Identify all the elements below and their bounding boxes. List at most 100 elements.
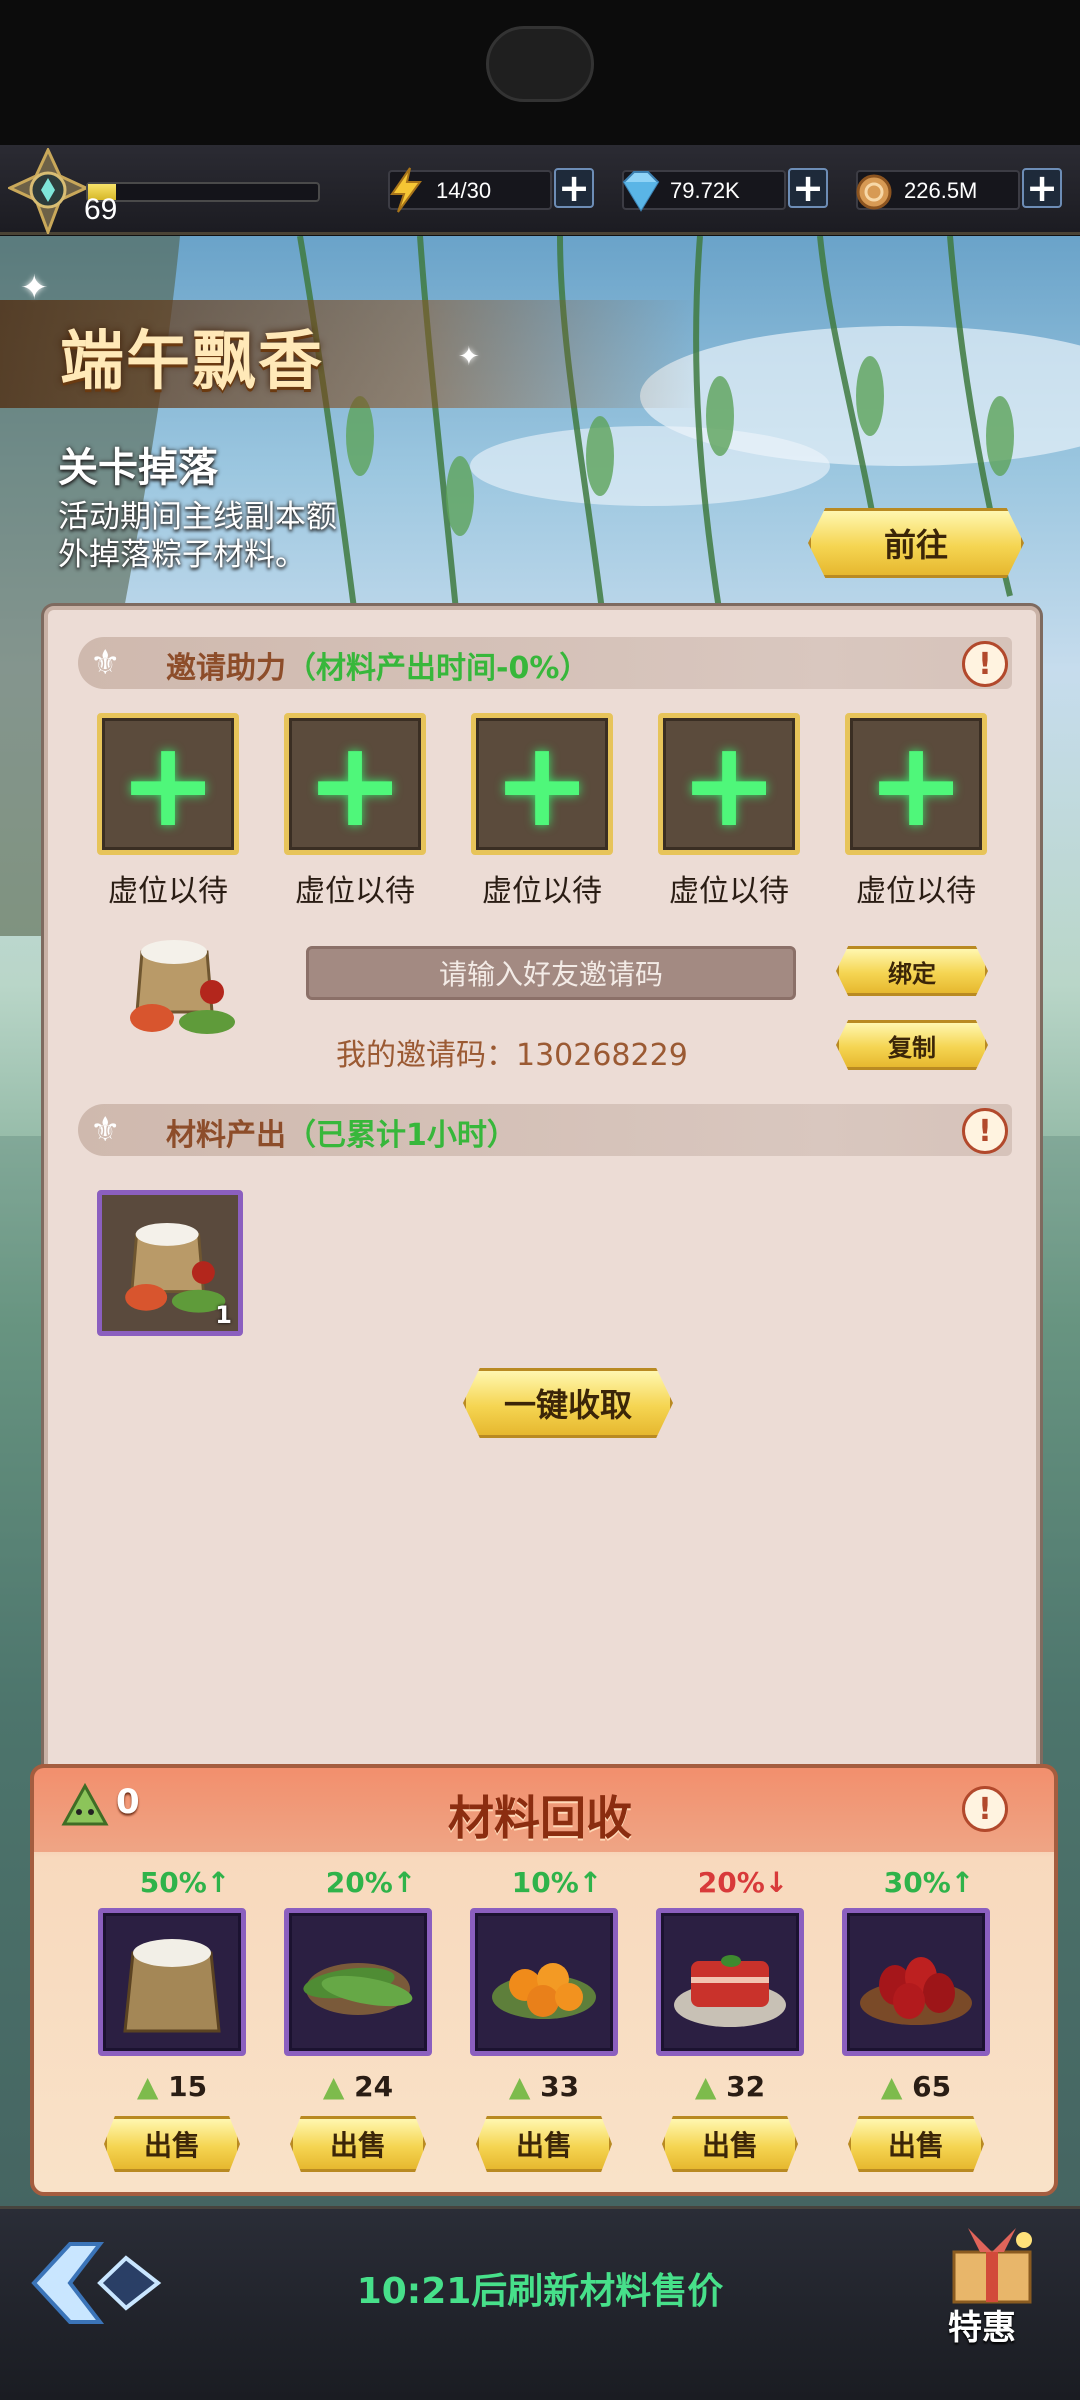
zongzi-currency-icon: ▲ (694, 2070, 717, 2103)
coins-display: 226.5M (856, 170, 1020, 210)
plus-icon: + (492, 715, 592, 853)
plus-icon: + (118, 715, 218, 853)
price-change: 50%↑ (139, 1866, 231, 1899)
rice-bag-icon (123, 1939, 221, 2033)
invite-slot-label: 虚位以待 (108, 874, 228, 909)
exclamation-icon: ! (978, 1113, 992, 1149)
camera-notch (486, 26, 594, 102)
output-header-sub: （已累计1小时） (286, 1118, 517, 1153)
diamond-icon (622, 171, 660, 212)
zongzi-materials-icon (125, 1222, 226, 1313)
add-energy-button[interactable]: + (554, 168, 594, 208)
energy-value: 14/30 (436, 178, 492, 203)
material-slot[interactable] (98, 1908, 246, 2056)
sell-button[interactable]: 出售 (476, 2116, 612, 2172)
goto-button[interactable]: 前往 (808, 508, 1024, 578)
exclamation-icon: ! (978, 646, 992, 682)
zongzi-currency-icon: ▲ (136, 2070, 159, 2103)
material-slot[interactable] (842, 1908, 990, 2056)
sell-button[interactable]: 出售 (848, 2116, 984, 2172)
invite-slot-label: 虚位以待 (669, 874, 789, 909)
invite-info-button[interactable]: ! (962, 641, 1008, 687)
invite-slot-label: 虚位以待 (856, 874, 976, 909)
material-slot[interactable] (470, 1908, 618, 2056)
plus-icon: + (679, 715, 779, 853)
sell-button[interactable]: 出售 (104, 2116, 240, 2172)
plus-icon: + (792, 166, 824, 210)
gift-box-icon[interactable] (944, 2222, 1040, 2306)
sparkle-icon: ✦ (458, 342, 480, 372)
gems-display: 79.72K (622, 170, 786, 212)
output-header-label: 材料产出 (166, 1118, 286, 1153)
event-title: 端午飘香 (60, 324, 324, 399)
bind-button[interactable]: 绑定 (836, 946, 988, 996)
price-value: 65 (912, 2070, 952, 2103)
invite-header-label: 邀请助力 (166, 651, 286, 686)
material-slot[interactable] (284, 1908, 432, 2056)
description-line: 外掉落粽子材料。 (58, 537, 306, 573)
invite-slot[interactable]: + (845, 713, 987, 855)
zongzi-currency-icon: ▲ (322, 2070, 345, 2103)
coins-value: 226.5M (904, 178, 978, 203)
recycle-title: 材料回收 (448, 1791, 632, 1845)
fleur-icon: ⚜ (90, 643, 121, 683)
invite-section-header: ⚜ 邀请助力（材料产出时间-0%） (78, 637, 1012, 689)
add-coins-button[interactable]: + (1022, 168, 1062, 208)
price-change: 30%↑ (883, 1866, 975, 1899)
invite-header-sub: （材料产出时间-0%） (286, 651, 590, 686)
output-section-header: ⚜ 材料产出（已累计1小时） (78, 1104, 1012, 1156)
plus-icon: + (866, 715, 966, 853)
price-refresh-timer: 10:21后刷新材料售价 (356, 2271, 724, 2312)
price-change: 20%↓ (697, 1866, 789, 1899)
exclamation-icon: ! (978, 1791, 992, 1827)
collect-all-button[interactable]: 一键收取 (463, 1368, 673, 1438)
price-value: 33 (540, 2070, 580, 2103)
invite-slot[interactable]: + (658, 713, 800, 855)
leaves-icon (303, 1963, 413, 2015)
invite-slot[interactable]: + (284, 713, 426, 855)
gems-value: 79.72K (670, 178, 740, 203)
material-price: ▲ 24 (284, 2070, 432, 2103)
material-price: ▲ 65 (842, 2070, 990, 2103)
sell-button[interactable]: 出售 (290, 2116, 426, 2172)
sparkle-icon: ✦ (20, 268, 49, 308)
invite-slot[interactable]: + (471, 713, 613, 855)
material-price: ▲ 33 (470, 2070, 618, 2103)
invite-slot-label: 虚位以待 (482, 874, 602, 909)
stage-drop-title: 关卡掉落 (58, 445, 218, 491)
price-value: 32 (726, 2070, 766, 2103)
pork-icon (674, 1955, 786, 2027)
lightning-icon (390, 167, 422, 213)
special-offer-label[interactable]: 特惠 (948, 2300, 1016, 2349)
item-count: 1 (215, 1301, 232, 1329)
zongzi-materials-icon (130, 940, 235, 1034)
price-change: 10%↑ (511, 1866, 603, 1899)
invite-code-input[interactable]: 请输入好友邀请码 (306, 946, 796, 1000)
material-price: ▲ 15 (98, 2070, 246, 2103)
fleur-icon: ⚜ (90, 1110, 121, 1150)
description-line: 活动期间主线副本额 (58, 499, 337, 535)
energy-display: 14/30 (388, 167, 552, 213)
plus-icon: + (1026, 166, 1058, 210)
dates-icon (860, 1957, 972, 2025)
sell-button[interactable]: 出售 (662, 2116, 798, 2172)
level-emblem-icon[interactable] (8, 148, 88, 234)
player-level: 69 (84, 193, 118, 226)
zongzi-currency-icon: ▲ (880, 2070, 903, 2103)
coin-icon (856, 174, 892, 210)
add-gems-button[interactable]: + (788, 168, 828, 208)
recycle-info-button[interactable]: ! (962, 1786, 1008, 1832)
material-slot[interactable] (656, 1908, 804, 2056)
price-change: 20%↑ (325, 1866, 417, 1899)
output-item-slot[interactable]: 1 (97, 1190, 243, 1336)
copy-button[interactable]: 复制 (836, 1020, 988, 1070)
output-info-button[interactable]: ! (962, 1108, 1008, 1154)
material-price: ▲ 32 (656, 2070, 804, 2103)
invite-slot[interactable]: + (97, 713, 239, 855)
my-invite-code: 我的邀请码：130268229 (336, 1038, 688, 1073)
output-header-text: 材料产出（已累计1小时） (166, 1110, 517, 1154)
stage-drop-description: 活动期间主线副本额 外掉落粽子材料。 (58, 498, 398, 574)
price-value: 24 (354, 2070, 394, 2103)
invite-header-text: 邀请助力（材料产出时间-0%） (166, 643, 589, 687)
plus-icon: + (558, 166, 590, 210)
